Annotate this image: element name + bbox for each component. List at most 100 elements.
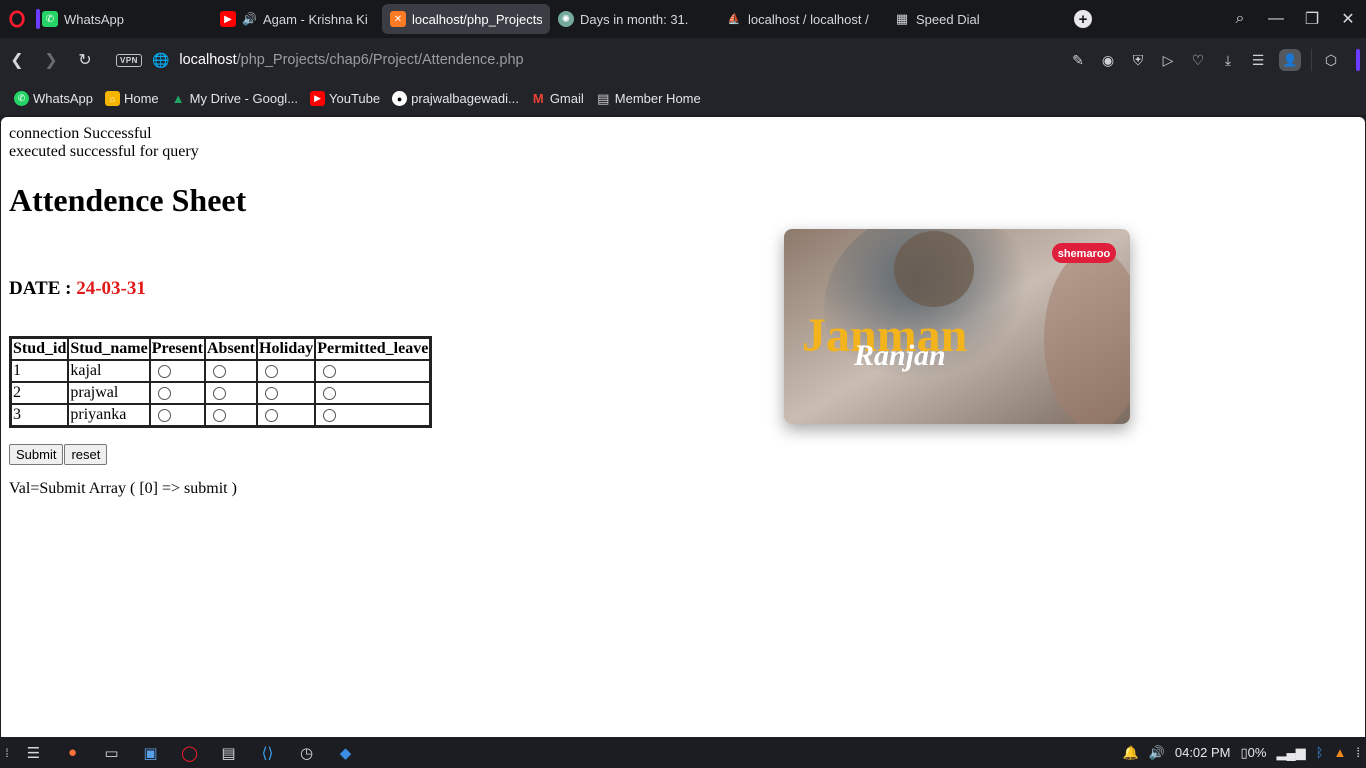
terminal-icon[interactable]: ▤ bbox=[209, 737, 248, 768]
download-icon[interactable]: ⤓ bbox=[1213, 38, 1243, 82]
files-icon[interactable]: ▭ bbox=[92, 737, 131, 768]
permitted-leave-radio[interactable] bbox=[323, 364, 337, 378]
tab-phpmyadmin[interactable]: ⛵ localhost / localhost / bbox=[718, 4, 886, 34]
date-value: 24-03-31 bbox=[76, 278, 146, 299]
volume-icon[interactable]: 🔊 bbox=[1149, 745, 1165, 761]
bookmark-whatsapp[interactable]: ✆ WhatsApp bbox=[14, 91, 93, 106]
holiday-radio[interactable] bbox=[265, 408, 278, 422]
whatsapp-icon: ✆ bbox=[14, 91, 29, 106]
phpmyadmin-icon: ⛵ bbox=[727, 13, 741, 25]
firefox-icon[interactable]: ● bbox=[53, 737, 92, 768]
page-content: connection Successful executed successfu… bbox=[1, 117, 1365, 737]
reload-button[interactable]: ↻ bbox=[68, 38, 102, 82]
video-brand: shemaroo bbox=[1058, 248, 1111, 260]
back-button[interactable]: ❮ bbox=[0, 38, 34, 82]
tab-strip: ✆ WhatsApp ▶ 🔊 Agam - Krishna Ki ✕ local… bbox=[0, 0, 1366, 38]
present-radio[interactable] bbox=[157, 364, 171, 378]
tab-whatsapp[interactable]: ✆ WhatsApp bbox=[34, 4, 212, 34]
cell-absent bbox=[204, 382, 257, 404]
taskbar-grip-icon: ⁞ bbox=[5, 745, 9, 760]
reset-button[interactable]: reset bbox=[64, 444, 108, 465]
extensions-icon[interactable]: ⬡ bbox=[1316, 38, 1346, 82]
submit-value-text: Val=Submit Array ( [0] => submit ) bbox=[9, 480, 237, 497]
header-holiday: Holiday bbox=[257, 338, 316, 360]
camera-icon[interactable]: ◉ bbox=[1093, 38, 1123, 82]
restore-button[interactable]: ❐ bbox=[1294, 0, 1330, 38]
menu-icon[interactable]: ☰ bbox=[1243, 38, 1273, 82]
cell-holiday bbox=[257, 360, 316, 382]
forward-button[interactable]: ❯ bbox=[34, 38, 68, 82]
heart-icon[interactable]: ♡ bbox=[1183, 38, 1213, 82]
absent-radio[interactable] bbox=[212, 386, 226, 400]
globe-icon[interactable]: 🌐 bbox=[152, 52, 169, 69]
opera-logo-icon[interactable] bbox=[0, 0, 34, 38]
header-stud-name: Stud_name bbox=[68, 338, 150, 360]
bookmark-youtube[interactable]: ▶ YouTube bbox=[310, 91, 380, 106]
bookmark-my-drive[interactable]: ▲ My Drive - Googl... bbox=[171, 91, 298, 106]
bookmark-member-home[interactable]: ▤ Member Home bbox=[596, 90, 701, 107]
network-icon[interactable]: ▂▄▆ bbox=[1276, 745, 1305, 761]
page-icon: ▤ bbox=[597, 90, 610, 106]
vpn-badge[interactable]: VPN bbox=[116, 53, 142, 67]
holiday-radio[interactable] bbox=[265, 364, 278, 378]
submit-button[interactable]: Submit bbox=[9, 444, 64, 465]
tab-speed-dial[interactable]: ▦ Speed Dial bbox=[886, 4, 1054, 34]
clock-app-icon[interactable]: ◷ bbox=[287, 737, 326, 768]
attendance-table: Stud_id Stud_name Present Absent Holiday… bbox=[9, 336, 433, 428]
url-field[interactable]: localhost/php_Projects/chap6/Project/Att… bbox=[179, 52, 523, 68]
notification-bell-icon[interactable]: 🔔 bbox=[1122, 745, 1138, 761]
battery-indicator[interactable]: ▯0% bbox=[1241, 745, 1267, 761]
close-button[interactable]: ✕ bbox=[1330, 0, 1366, 38]
page-title: Attendence Sheet bbox=[9, 182, 247, 218]
cell-stud-name: prajwal bbox=[68, 382, 150, 404]
tab-youtube[interactable]: ▶ 🔊 Agam - Krishna Ki bbox=[212, 4, 382, 34]
clock[interactable]: 04:02 PM bbox=[1175, 745, 1231, 760]
cell-stud-id: 2 bbox=[11, 382, 69, 404]
tab-title: localhost / localhost / bbox=[748, 11, 869, 27]
holiday-radio[interactable] bbox=[265, 386, 278, 400]
zorin-menu-icon[interactable]: ☰ bbox=[14, 737, 53, 768]
youtube-icon: ▶ bbox=[310, 91, 326, 106]
bookmark-github[interactable]: ● prajwalbagewadi... bbox=[392, 91, 519, 106]
bookmark-home[interactable]: ⌂ Home bbox=[104, 91, 159, 106]
app-launcher-icon[interactable]: ◆ bbox=[326, 737, 365, 768]
present-radio[interactable] bbox=[157, 408, 171, 422]
toolbar-divider bbox=[1311, 49, 1312, 71]
absent-radio[interactable] bbox=[212, 364, 226, 378]
speaker-icon[interactable]: 🔊 bbox=[242, 12, 257, 26]
opera-icon[interactable]: ◯ bbox=[170, 737, 209, 768]
vlc-icon[interactable]: ▲ bbox=[1334, 745, 1347, 760]
profile-icon[interactable]: 👤 bbox=[1279, 49, 1301, 71]
play-icon[interactable]: ▷ bbox=[1153, 38, 1183, 82]
vscode-icon[interactable]: ⟨⟩ bbox=[248, 737, 287, 768]
tab-title: localhost/php_Projects bbox=[412, 11, 542, 27]
bluetooth-icon[interactable]: ᛒ bbox=[1316, 745, 1324, 760]
bookmark-gmail[interactable]: M Gmail bbox=[531, 91, 584, 106]
cell-stud-id: 1 bbox=[11, 360, 69, 382]
present-radio[interactable] bbox=[157, 386, 171, 400]
tab-title: Days in month: 31. bbox=[580, 11, 689, 27]
cell-holiday bbox=[257, 382, 316, 404]
address-bar: ❮ ❯ ↻ VPN 🌐 localhost/php_Projects/chap6… bbox=[0, 38, 1366, 82]
tray-grip-icon: ⁞ bbox=[1356, 745, 1360, 760]
date-line: DATE : 24-03-31 bbox=[9, 278, 146, 300]
tab-chatgpt[interactable]: ✺ Days in month: 31. bbox=[550, 4, 718, 34]
screenshot-icon[interactable]: ▣ bbox=[131, 737, 170, 768]
minimize-button[interactable]: — bbox=[1258, 0, 1294, 38]
tab-localhost-active[interactable]: ✕ localhost/php_Projects bbox=[382, 4, 550, 34]
search-tabs-icon[interactable]: ⌕ bbox=[1222, 0, 1258, 38]
bookmark-label: YouTube bbox=[329, 91, 381, 106]
cell-present bbox=[149, 360, 205, 382]
table-header-row: Stud_id Stud_name Present Absent Holiday… bbox=[11, 338, 431, 360]
shield-icon[interactable]: ⛨ bbox=[1123, 38, 1153, 82]
table-row: 1 kajal bbox=[11, 360, 431, 382]
new-tab-button[interactable]: + bbox=[1074, 10, 1092, 28]
video-thumbnail[interactable]: shemaroo Janman Ranjan bbox=[784, 229, 1130, 424]
edit-icon[interactable]: ✎ bbox=[1063, 38, 1093, 82]
header-present: Present bbox=[149, 338, 205, 360]
permitted-leave-radio[interactable] bbox=[323, 408, 337, 422]
absent-radio[interactable] bbox=[212, 408, 226, 422]
video-title-line2: Ranjan bbox=[853, 339, 946, 372]
sidebar-accent[interactable] bbox=[1356, 49, 1360, 71]
permitted-leave-radio[interactable] bbox=[323, 386, 337, 400]
